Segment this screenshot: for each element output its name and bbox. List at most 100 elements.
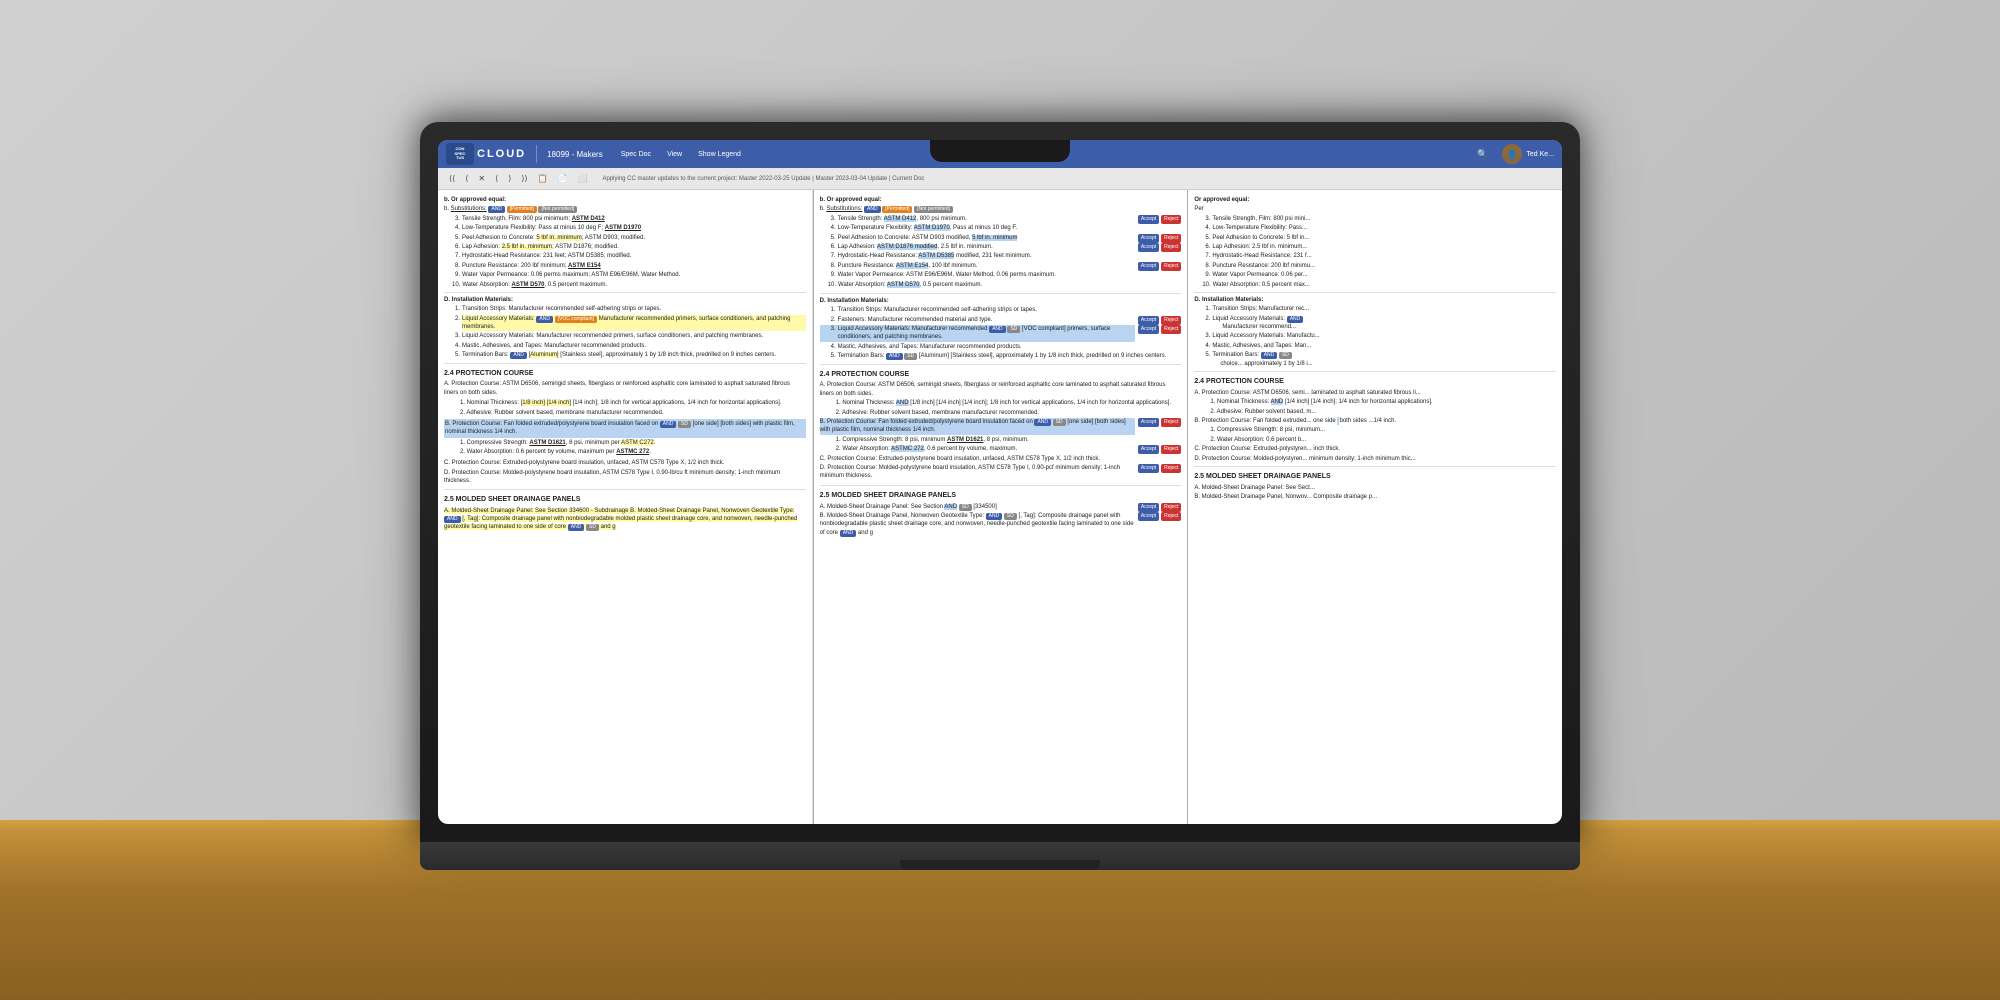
reject-btn-2-5-b[interactable]: Reject bbox=[1161, 512, 1181, 521]
nav-logo: CONSPECTUS CLOUD bbox=[446, 143, 526, 165]
left-d-4: 4. Mastic, Adhesives, and Tapes: Manufac… bbox=[444, 342, 806, 350]
left-2-4-b: B. Protection Course: Fan folded extrude… bbox=[444, 419, 806, 438]
mid-item-9-row: 9. Water Vapor Permeance: ASTM E96/E96M,… bbox=[820, 271, 1182, 280]
mid-2-4-b-2-row: 2. Water Absorption: ASTMC 272, 0.6 perc… bbox=[820, 445, 1182, 454]
right-2-4-d: D. Protection Course: Molded-polystyren.… bbox=[1194, 455, 1556, 463]
left-item-5: 5. Peel Adhesion to Concrete: 5 lbf in. … bbox=[444, 234, 806, 242]
mid-2-4-c: C. Protection Course: Extruded-polystyre… bbox=[820, 455, 1182, 463]
tag-voc: [VOC compliant] bbox=[555, 316, 597, 323]
left-column: b. Or approved equal: b. Substitutions: … bbox=[438, 190, 813, 824]
reject-btn-d[interactable]: Reject bbox=[1161, 464, 1181, 473]
view-btn[interactable]: View bbox=[663, 149, 686, 160]
toolbar-btn-close[interactable]: ✕ bbox=[475, 173, 488, 184]
right-2-5-header: 2.5 MOLDED SHEET DRAINAGE PANELS bbox=[1194, 472, 1556, 482]
reject-btn-b[interactable]: Reject bbox=[1161, 418, 1181, 427]
accept-btn-d[interactable]: Accept bbox=[1138, 464, 1159, 473]
accept-btn-b[interactable]: Accept bbox=[1138, 418, 1159, 427]
screen-content: CONSPECTUS CLOUD 18099 - Makers Spec Doc… bbox=[438, 140, 1562, 824]
toolbar-btn-copy[interactable]: 📋 bbox=[535, 173, 551, 184]
reject-btn-b2[interactable]: Reject bbox=[1161, 445, 1181, 454]
mid-2-4-b-row: B. Protection Course: Fan folded extrude… bbox=[820, 418, 1182, 436]
reject-btn-6[interactable]: Reject bbox=[1161, 243, 1181, 252]
mid-2-5-header: 2.5 MOLDED SHEET DRAINAGE PANELS bbox=[820, 491, 1182, 501]
accept-btn-5[interactable]: Accept bbox=[1138, 234, 1159, 243]
mid-section-d: D. Installation Materials: bbox=[820, 297, 1182, 305]
spec-doc-btn[interactable]: Spec Doc bbox=[617, 149, 655, 160]
right-item-5: 5. Peel Adhesion to Concrete: 5 lbf in..… bbox=[1194, 234, 1556, 242]
right-item-10: 10. Water Absorption: 0.5 percent max... bbox=[1194, 281, 1556, 289]
mid-item-7-row: 7. Hydrostatic-Head Resistance: ASTM D53… bbox=[820, 252, 1182, 261]
logo-text: CONSPECTUS bbox=[455, 147, 466, 160]
reject-btn-3[interactable]: Reject bbox=[1161, 215, 1181, 224]
mid-item-10-row: 10. Water Absorption: ASTM D570, 0.5 per… bbox=[820, 281, 1182, 290]
right-2-5-a: A. Molded-Sheet Drainage Panel: See Sect… bbox=[1194, 484, 1556, 492]
mid-d-1: 1. Transition Strips: Manufacturer recom… bbox=[820, 306, 1182, 314]
left-d-3: 3. Liquid Accessory Materials: Manufactu… bbox=[444, 332, 806, 340]
right-d-4: 4. Mastic, Adhesives, and Tapes: Man... bbox=[1194, 342, 1556, 350]
mid-d-5: 5. Termination Bars: AND SD [Aluminum] [… bbox=[820, 352, 1182, 360]
mid-2-4-header: 2.4 PROTECTION COURSE bbox=[820, 370, 1182, 380]
accept-btn-2-5-b[interactable]: Accept bbox=[1138, 512, 1159, 521]
mid-2-4-b-1: 1. Compressive Strength: 8 psi, minimum … bbox=[820, 436, 1182, 444]
laptop: CONSPECTUS CLOUD 18099 - Makers Spec Doc… bbox=[420, 122, 1580, 870]
username: Ted Ke... bbox=[1526, 151, 1554, 158]
left-item-3: 3. Tensile Strength, Film: 800 psi minim… bbox=[444, 215, 806, 223]
accept-btn-6[interactable]: Accept bbox=[1138, 243, 1159, 252]
left-item-10: 10. Water Absorption: ASTM D570, 0.5 per… bbox=[444, 281, 806, 289]
accept-btn-d2[interactable]: Accept bbox=[1138, 316, 1159, 325]
toolbar-btn-fwd[interactable]: ⟩ bbox=[505, 173, 514, 184]
reject-btn-d2[interactable]: Reject bbox=[1161, 316, 1181, 325]
left-d-5: 5. Termination Bars: AND [Aluminum] [Sta… bbox=[444, 351, 806, 359]
toolbar-btn-back[interactable]: ⟨ bbox=[492, 173, 501, 184]
mid-tag-permitted: [Permitted] bbox=[882, 206, 912, 213]
left-2-4-a: A. Protection Course: ASTM D6506, semiri… bbox=[444, 380, 806, 397]
mid-item-3-row: 3. Tensile Strength: ASTM D412, 800 psi … bbox=[820, 215, 1182, 224]
toolbar-btn-prev[interactable]: ⟨ bbox=[462, 173, 471, 184]
right-d-2: 2. Liquid Accessory Materials: ANDManufa… bbox=[1194, 315, 1556, 332]
accept-btn-2-5-a[interactable]: Accept bbox=[1138, 503, 1159, 512]
user-menu[interactable]: 👤 Ted Ke... bbox=[1502, 144, 1554, 164]
left-item-6: 6. Lap Adhesion: 2.5 lbf in. minimum; AS… bbox=[444, 243, 806, 251]
mid-item-4-row: 4. Low-Temperature Flexibility: ASTM D19… bbox=[820, 224, 1182, 233]
reject-btn-5[interactable]: Reject bbox=[1161, 234, 1181, 243]
right-2-4-a-1: 1. Nominal Thickness: AND [1/4 inch] [1/… bbox=[1194, 398, 1556, 406]
laptop-lid: CONSPECTUS CLOUD 18099 - Makers Spec Doc… bbox=[420, 122, 1580, 842]
accept-btn-d3[interactable]: Accept bbox=[1138, 325, 1159, 334]
mid-d-3-row: 3. Liquid Accessory Materials: Manufactu… bbox=[820, 325, 1182, 343]
mid-item-5: 5. Peel Adhesion to Concrete: ASTM D903 … bbox=[820, 234, 1135, 242]
toolbar-btn-first[interactable]: ⟨⟨ bbox=[446, 173, 458, 184]
right-per: Per bbox=[1194, 205, 1556, 213]
mid-2-4-a-1: 1. Nominal Thickness: AND [1/8 inch] [1/… bbox=[820, 399, 1182, 407]
left-2-4-b-2: 2. Water Absorption: 0.6 percent by volu… bbox=[444, 448, 806, 456]
left-d-2: 2. Liquid Accessory Materials: AND [VOC … bbox=[444, 315, 806, 332]
left-2-5-a: A. Molded-Sheet Drainage Panel: See Sect… bbox=[444, 508, 630, 514]
accept-btn-8[interactable]: Accept bbox=[1138, 262, 1159, 271]
nav-actions: Spec Doc View Show Legend bbox=[617, 149, 745, 160]
right-item-9: 9. Water Vapor Permeance: 0.06 per... bbox=[1194, 271, 1556, 279]
reject-btn-2-5-a[interactable]: Reject bbox=[1161, 503, 1181, 512]
left-item-7: 7. Hydrostatic-Head Resistance: 231 feet… bbox=[444, 252, 806, 260]
show-legend-btn[interactable]: Show Legend bbox=[694, 149, 745, 160]
left-item-4: 4. Low-Temperature Flexibility: Pass at … bbox=[444, 224, 806, 232]
mid-d-2-row: 2. Fasteners: Manufacturer recommended m… bbox=[820, 316, 1182, 325]
mid-item-3: 3. Tensile Strength: ASTM D412, 800 psi … bbox=[820, 215, 1135, 223]
accept-btn-3[interactable]: Accept bbox=[1138, 215, 1159, 224]
right-column: Or approved equal: Per 3. Tensile Streng… bbox=[1188, 190, 1562, 824]
left-d-1: 1. Transition Strips: Manufacturer recom… bbox=[444, 305, 806, 313]
nav-divider bbox=[536, 145, 537, 163]
left-2-4-a-2: 2. Adhesive: Rubber solvent based, membr… bbox=[444, 409, 806, 417]
toolbar-btn-last[interactable]: ⟩⟩ bbox=[518, 173, 530, 184]
left-2-4-b-1: 1. Compressive Strength: ASTM D1621, 8 p… bbox=[444, 439, 806, 447]
mid-2-5-a-row: A. Molded-Sheet Drainage Panel: See Sect… bbox=[820, 503, 1182, 512]
toolbar-btn-square[interactable]: ⬜ bbox=[575, 173, 591, 184]
right-2-4-b-2: 2. Water Absorption: 0.6 percent b... bbox=[1194, 436, 1556, 444]
mid-2-4-d: D. Protection Course: Molded-polystyrene… bbox=[820, 464, 1135, 481]
mid-2-5-b-row: B. Molded-Sheet Drainage Panel, Nonwoven… bbox=[820, 512, 1182, 538]
accept-btn-b2[interactable]: Accept bbox=[1138, 445, 1159, 454]
search-icon[interactable]: 🔍 bbox=[1477, 149, 1488, 160]
mid-sub-header: b. Substitutions: AND [Permitted] [Not p… bbox=[820, 205, 1182, 213]
toolbar-btn-doc[interactable]: 📄 bbox=[555, 173, 571, 184]
project-title: 18099 - Makers bbox=[547, 150, 603, 159]
reject-btn-8[interactable]: Reject bbox=[1161, 262, 1181, 271]
reject-btn-d3[interactable]: Reject bbox=[1161, 325, 1181, 334]
